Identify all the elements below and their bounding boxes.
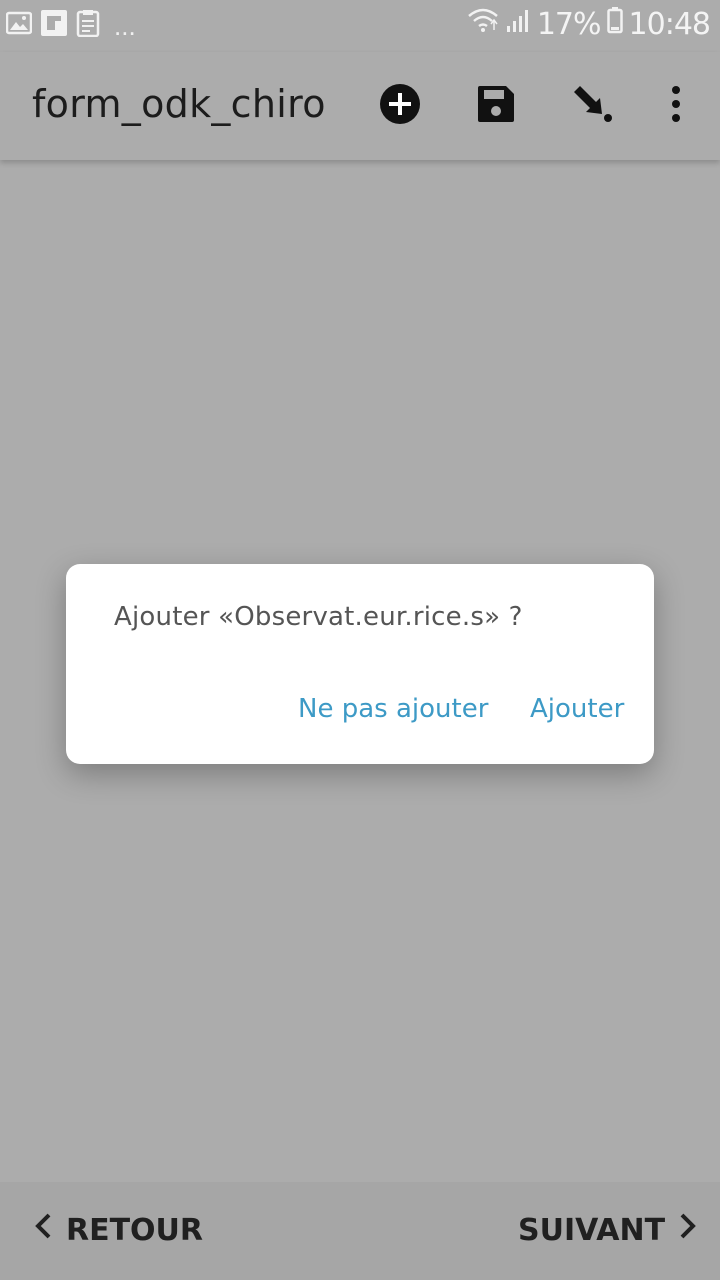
jump-to-icon	[570, 82, 614, 131]
clock: 10:48	[628, 6, 711, 42]
save-form-button[interactable]	[472, 82, 520, 130]
bottom-navigation: RETOUR SUIVANT	[0, 1182, 720, 1280]
flipboard-icon	[40, 9, 68, 42]
chevron-left-icon	[34, 1212, 52, 1248]
battery-percent: 17%	[536, 6, 602, 42]
more-options-button[interactable]	[652, 82, 700, 130]
next-label: SUIVANT	[518, 1212, 666, 1248]
screen: ... 17% 10:48 form_odk_chiro Ajouter «Ob…	[0, 0, 720, 1280]
jump-to-question-button[interactable]	[568, 82, 616, 130]
wifi-icon	[467, 6, 499, 42]
back-button[interactable]: RETOUR	[34, 1212, 203, 1248]
chevron-right-icon	[679, 1212, 697, 1248]
add-repeat-button[interactable]	[376, 82, 424, 130]
gallery-icon	[5, 11, 33, 40]
status-left-icons: ...	[5, 9, 136, 42]
signal-icon	[505, 7, 531, 42]
form-title: form_odk_chiro	[32, 82, 326, 126]
dialog-message: Ajouter «Observat.eur.rice.s» ?	[114, 602, 523, 632]
save-icon	[476, 84, 516, 129]
app-bar: form_odk_chiro	[0, 52, 720, 160]
more-vert-icon	[670, 84, 682, 129]
do-not-add-button[interactable]: Ne pas ajouter	[298, 694, 488, 724]
more-notifications-indicator: ...	[114, 10, 136, 41]
back-label: RETOUR	[66, 1212, 204, 1248]
clipboard-icon	[76, 9, 100, 42]
add-circle-icon	[378, 82, 422, 131]
status-right-icons: 17% 10:48	[467, 6, 711, 42]
battery-icon	[606, 6, 623, 42]
status-bar: ... 17% 10:48	[0, 0, 720, 52]
add-repeat-dialog: Ajouter «Observat.eur.rice.s» ? Ne pas a…	[66, 564, 654, 764]
add-button[interactable]: Ajouter	[530, 694, 624, 724]
next-button[interactable]: SUIVANT	[518, 1212, 697, 1248]
